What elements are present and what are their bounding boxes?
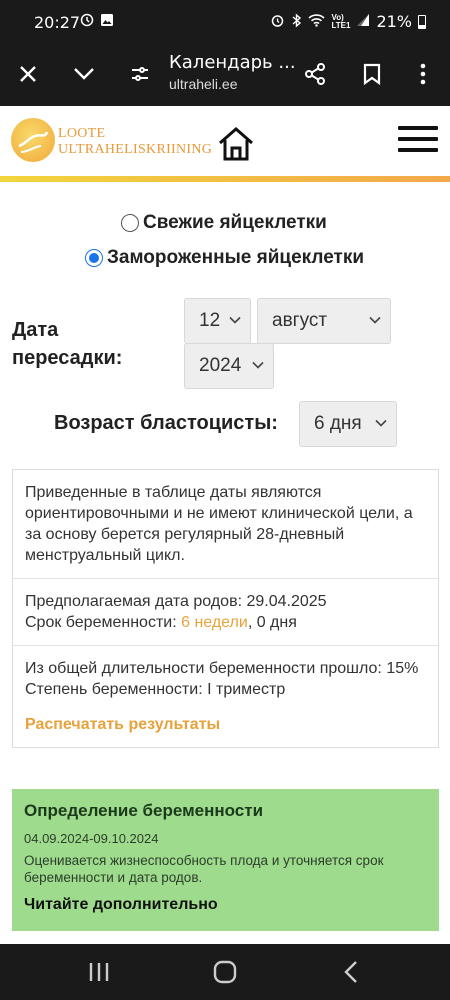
radio-frozen-eggs[interactable]: Замороженные яйцеклетки <box>85 247 364 269</box>
browser-url[interactable]: ultraheli.ee <box>169 76 238 92</box>
status-time: 20:27 <box>34 13 81 32</box>
close-icon[interactable] <box>10 56 46 92</box>
day-select[interactable]: 12 <box>184 298 251 344</box>
bookmark-icon[interactable] <box>354 56 390 92</box>
bluetooth-icon <box>291 12 302 31</box>
due-date-section: Предполагаемая дата родов: 29.04.2025 Ср… <box>13 579 438 646</box>
disclaimer: Приведенные в таблице даты являются орие… <box>13 470 438 579</box>
battery-percent: 21% <box>376 12 412 31</box>
term-days: , 0 дня <box>247 614 297 631</box>
wifi-icon <box>308 13 326 30</box>
pregnancy-info-card: Определение беременности 04.09.2024-09.1… <box>12 789 439 931</box>
browser-page-title: Календарь ... <box>169 52 296 73</box>
radio-label: Замороженные яйцеклетки <box>107 247 365 268</box>
status-bar: 20:27 Vo) LTE1 21% <box>0 0 450 44</box>
alarm-icon <box>270 13 285 31</box>
hamburger-menu-icon[interactable] <box>398 126 438 156</box>
gallery-icon <box>100 13 114 30</box>
due-date-label: Предполагаемая дата родов: <box>25 593 243 610</box>
home-icon[interactable] <box>216 124 256 164</box>
chevron-down-icon <box>229 316 241 324</box>
header-stripe <box>0 176 450 182</box>
browser-toolbar: Календарь ... ultraheli.ee <box>0 44 450 106</box>
read-more-link[interactable]: Читайте дополнительно <box>24 896 427 914</box>
site-logo-icon[interactable] <box>11 118 55 162</box>
site-logo-text[interactable]: LOOTE ULTRAHELISKRIINING <box>58 126 212 158</box>
month-select[interactable]: август <box>257 298 391 344</box>
share-icon[interactable] <box>297 56 333 92</box>
site-header: LOOTE ULTRAHELISKRIINING <box>0 106 450 176</box>
chevron-down-icon <box>375 419 387 427</box>
system-navigation-bar <box>0 944 450 1000</box>
transfer-date-label: Дата пересадки: <box>12 319 123 369</box>
term-label: Срок беременности: <box>25 614 177 631</box>
data-saver-icon <box>80 13 94 30</box>
term-weeks-link[interactable]: 6 недели <box>181 614 248 631</box>
home-button-icon[interactable] <box>210 958 240 986</box>
blastocyst-age-select[interactable]: 6 дня <box>299 401 397 447</box>
card-description: Оценивается жизнеспособность плода и уто… <box>24 853 384 885</box>
radio-button-checked[interactable] <box>85 249 103 267</box>
due-date-value: 29.04.2025 <box>246 593 327 610</box>
card-date-range: 04.09.2024-09.10.2024 <box>24 831 159 846</box>
recent-apps-icon[interactable] <box>84 958 114 986</box>
trimester-value: I триместр <box>207 681 286 698</box>
year-select[interactable]: 2024 <box>184 343 274 389</box>
back-icon[interactable] <box>336 958 366 986</box>
signal-icon <box>356 13 370 30</box>
chevron-down-icon <box>369 316 381 324</box>
chevron-down-icon[interactable] <box>66 56 102 92</box>
chevron-down-icon <box>252 361 264 369</box>
more-icon[interactable] <box>405 56 441 92</box>
results-box: Приведенные в таблице даты являются орие… <box>12 469 439 748</box>
blastocyst-age-label: Возраст бластоцисты: <box>54 412 278 434</box>
radio-button[interactable] <box>121 214 139 232</box>
trimester-label: Степень беременности: <box>25 681 203 698</box>
progress-section: Из общей длительности беременности прошл… <box>13 646 438 747</box>
print-results-link[interactable]: Распечатать результаты <box>25 714 426 735</box>
radio-fresh-eggs[interactable]: Свежие яйцеклетки <box>121 212 327 234</box>
volte-icon: Vo) LTE1 <box>331 12 351 30</box>
page-settings-icon[interactable] <box>122 56 158 92</box>
radio-label: Свежие яйцеклетки <box>143 212 327 233</box>
card-title: Определение беременности <box>24 801 264 820</box>
battery-icon <box>418 14 426 29</box>
progress-text: Из общей длительности беременности прошл… <box>25 660 419 677</box>
